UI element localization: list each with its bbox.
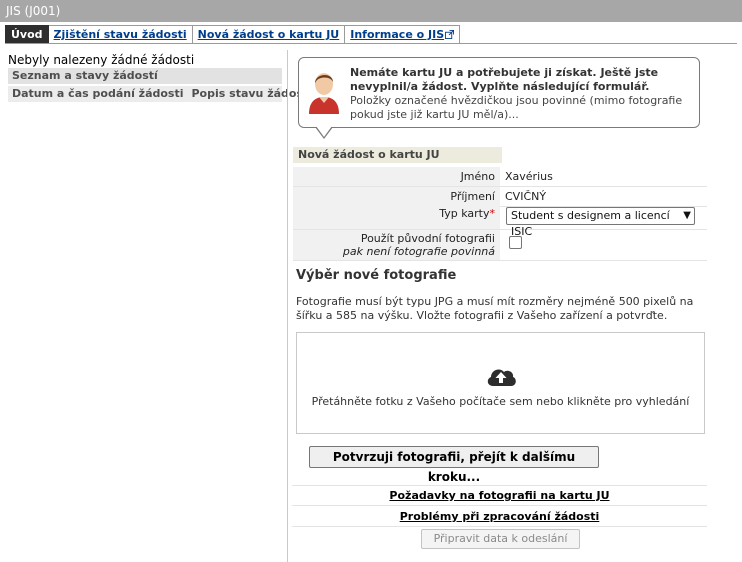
- tab-request-status[interactable]: Zjištění stavu žádosti: [48, 25, 193, 44]
- tab-bar: Úvod Zjištění stavu žádosti Nová žádost …: [5, 25, 461, 44]
- required-asterisk: *: [489, 207, 496, 220]
- notice-normal-text: Položky označené hvězdičkou jsou povinné…: [350, 94, 683, 121]
- tab-jis-info-label: Informace o JIS: [350, 28, 445, 41]
- form-row-last-name: Příjmení CVIČNÝ: [293, 187, 707, 207]
- photo-requirements-link[interactable]: Požadavky na fotografii na kartu JU: [292, 489, 707, 502]
- request-list-header: Datum a čas podání žádosti Popis stavu ž…: [8, 86, 312, 102]
- notice-bold-text: Nemáte kartu JU a potřebujete ji získat.…: [350, 66, 659, 93]
- tab-jis-info[interactable]: Informace o JIS: [345, 25, 461, 44]
- card-type-select[interactable]: Student s designem a licencí ISIC ▼: [506, 207, 695, 238]
- processing-problems-link[interactable]: Problémy při zpracování žádosti: [292, 510, 707, 523]
- form-header: Nová žádost o kartu JU: [293, 147, 502, 163]
- column-status-description: Popis stavu žádosti: [191, 87, 313, 100]
- last-name-value: CVIČNÝ: [505, 190, 547, 203]
- original-photo-note: pak není fotografie povinná: [342, 245, 495, 258]
- original-photo-label-text: Použít původní fotografii: [360, 232, 495, 245]
- request-list-pane: Nebyly nalezeny žádné žádosti Seznam a s…: [8, 52, 312, 102]
- form-row-original-photo: Použít původní fotografii pak není fotogr…: [293, 230, 707, 261]
- first-name-value: Xavérius: [505, 170, 553, 183]
- tab-new-request[interactable]: Nová žádost o kartu JU: [192, 25, 346, 44]
- original-photo-label: Použít původní fotografii pak není fotogr…: [293, 230, 500, 260]
- first-name-label: Jméno: [293, 167, 500, 186]
- use-original-photo-checkbox[interactable]: [509, 236, 522, 249]
- tab-uvod[interactable]: Úvod: [5, 25, 49, 44]
- external-link-icon: [445, 30, 455, 39]
- column-submitted-at: Datum a čas podání žádosti: [12, 87, 184, 100]
- last-name-label: Příjmení: [293, 187, 500, 206]
- chevron-down-icon: ▼: [683, 210, 691, 221]
- prepare-data-button[interactable]: Připravit data k odeslání: [421, 529, 580, 549]
- request-list-title: Seznam a stavy žádostí: [8, 68, 282, 84]
- window-title: JIS (J001): [0, 0, 742, 22]
- photo-requirements-text: Fotografie musí být typu JPG a musí mít …: [296, 295, 694, 322]
- photo-dropzone[interactable]: Přetáhněte fotku z Vašeho počítače sem n…: [296, 332, 705, 434]
- photo-section-title: Výběr nové fotografie: [296, 268, 457, 283]
- notice-bubble-tail: [315, 126, 333, 139]
- card-type-label: Typ karty*: [293, 205, 500, 229]
- pane-divider: [287, 50, 288, 562]
- form-row-first-name: Jméno Xavérius: [293, 167, 707, 187]
- user-avatar-icon: [309, 73, 339, 114]
- confirm-photo-button[interactable]: Potvrzuji fotografii, přejít k dalšímu k…: [309, 446, 599, 484]
- notice-text: Nemáte kartu JU a potřebujete ji získat.…: [350, 66, 690, 122]
- card-type-label-text: Typ karty: [439, 207, 490, 220]
- dropzone-text: Přetáhněte fotku z Vašeho počítače sem n…: [311, 395, 690, 408]
- no-requests-message: Nebyly nalezeny žádné žádosti: [8, 53, 195, 67]
- links-divider-top: [292, 485, 707, 486]
- tab-divider: [5, 43, 737, 44]
- links-divider-middle: [292, 505, 707, 506]
- links-divider-bottom: [292, 526, 707, 527]
- cloud-upload-icon: [487, 369, 516, 386]
- notice-bubble: Nemáte kartu JU a potřebujete ji získat.…: [298, 57, 700, 128]
